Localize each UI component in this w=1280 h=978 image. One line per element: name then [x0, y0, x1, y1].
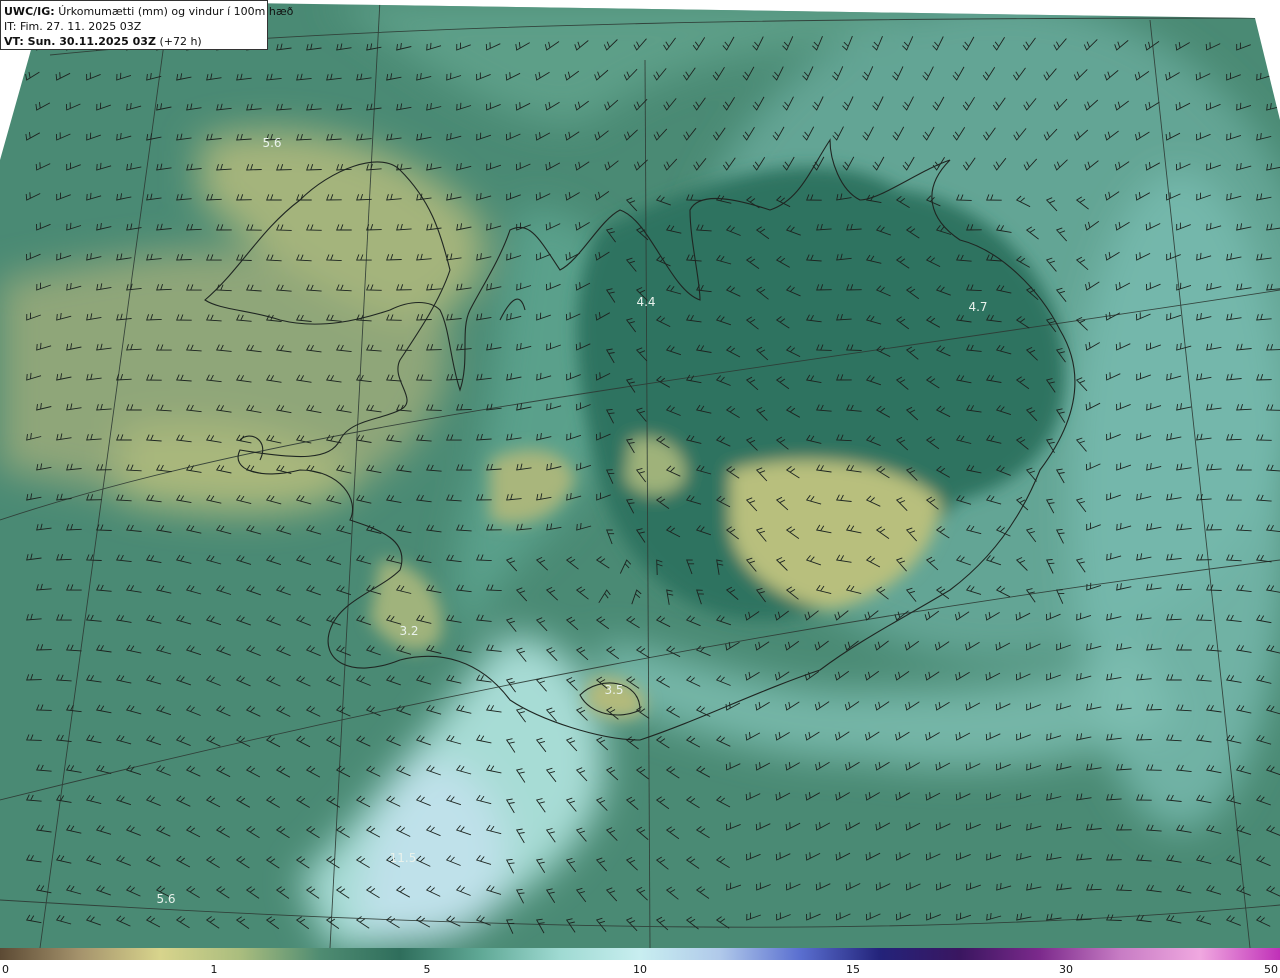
colorbar-tick: 15 [846, 963, 860, 976]
map-label: 4.7 [968, 300, 988, 314]
colorbar-ticks: 0 1 5 10 15 30 50 [0, 960, 1280, 978]
product-description: Úrkomumætti (mm) og vindur í 100m hæð [58, 5, 294, 18]
init-time: IT: Fim. 27. 11. 2025 03Z [4, 20, 142, 33]
colorbar [0, 948, 1280, 960]
colorbar-tick: 5 [423, 963, 431, 976]
model-name: UWC/IG: [4, 5, 55, 18]
map-canvas [0, 0, 1280, 948]
weather-map [0, 0, 1280, 948]
title-box: UWC/IG: Úrkomumætti (mm) og vindur í 100… [0, 0, 293, 50]
lead-time: (+72 h) [159, 35, 202, 48]
map-label: 5.6 [156, 892, 176, 906]
map-label: 11.5 [389, 851, 417, 865]
valid-time: VT: Sun. 30.11.2025 03Z [4, 35, 156, 48]
colorbar-tick: 50 [1264, 963, 1278, 976]
title-row: UWC/IG: Úrkomumætti (mm) og vindur í 100… [4, 4, 293, 19]
map-label: 3.5 [604, 683, 624, 697]
colorbar-tick: 0 [2, 963, 9, 976]
valid-time-row: VT: Sun. 30.11.2025 03Z (+72 h) [4, 34, 264, 49]
map-label: 4.4 [636, 295, 656, 309]
colorbar-tick: 30 [1059, 963, 1073, 976]
colorbar-tick: 1 [210, 963, 218, 976]
map-label: 5.6 [262, 136, 282, 150]
map-label: 3.2 [399, 624, 419, 638]
colorbar-tick: 10 [633, 963, 647, 976]
